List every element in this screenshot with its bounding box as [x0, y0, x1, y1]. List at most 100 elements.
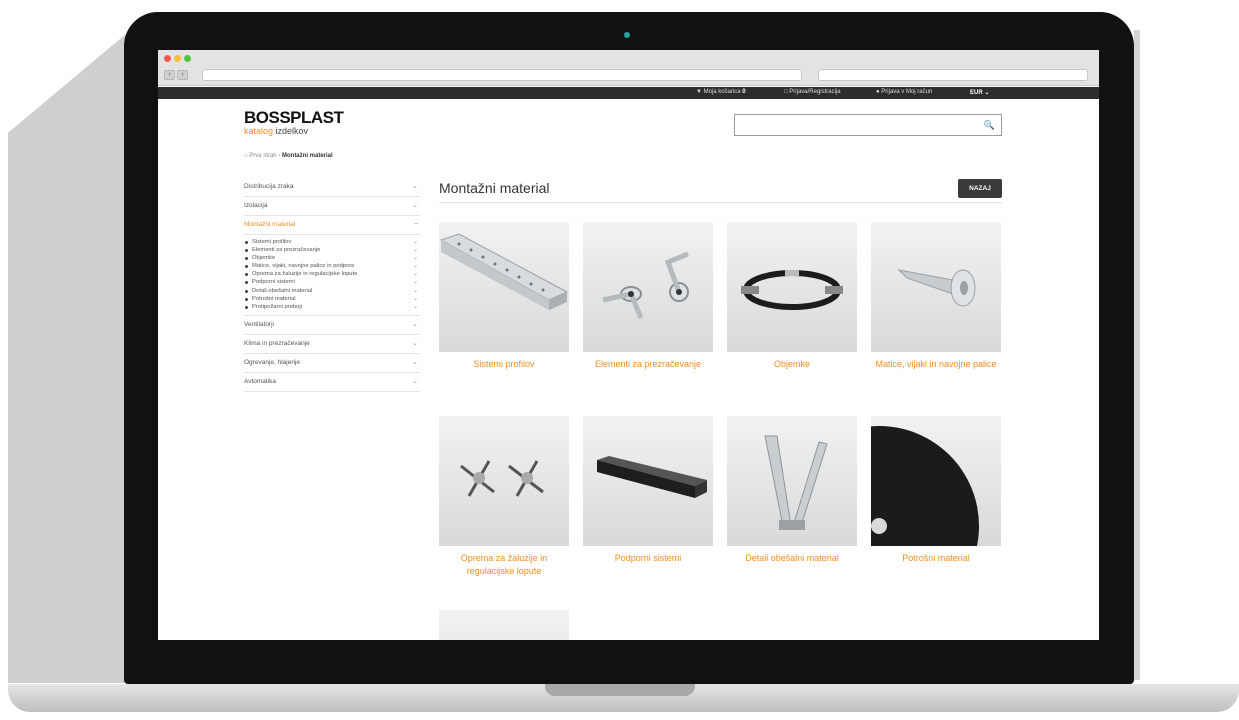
sidebar-item-ventilatorji[interactable]: Ventilatorji ⌄	[244, 316, 420, 335]
sidebar-subitem[interactable]: Matice, vijaki, navojne palice in podpor…	[244, 262, 420, 270]
product-card[interactable]: Elementi za prezračevanje	[583, 222, 713, 371]
chevron-down-icon: ⌄	[412, 239, 418, 245]
close-window-icon[interactable]	[164, 55, 171, 62]
login-register-link[interactable]: □ Prijava/Registracija	[784, 89, 841, 95]
browser-chrome: ‹ ›	[158, 50, 1099, 86]
laptop-edge	[1134, 30, 1140, 680]
login-register-label: Prijava/Registracija	[789, 89, 841, 95]
sidebar-item-label: Distribucija zraka	[244, 183, 294, 190]
laptop-notch	[545, 684, 695, 696]
currency-select[interactable]: EUR ⌄	[970, 89, 989, 96]
sidebar-subitem[interactable]: Potrošni material ⌄	[244, 295, 420, 303]
chevron-down-icon: ⌄	[412, 247, 418, 254]
sidebar-item-label: Ogrevanje, hlajenje	[244, 358, 301, 366]
product-title[interactable]: Sistemi profilov	[439, 358, 569, 371]
sidebar-item-izolacija[interactable]: Izolacija ⌄	[244, 197, 420, 216]
breadcrumb-home[interactable]: Prva stran	[249, 153, 276, 159]
sidebar-subitem-label: Detali obešalni material	[252, 287, 313, 294]
sidebar-item-avtomatika[interactable]: Avtomatika ⌄	[244, 373, 420, 392]
address-bar[interactable]	[202, 69, 802, 81]
chevron-down-icon: ⌄	[412, 295, 418, 302]
sidebar-item-label: Montažni material	[244, 221, 296, 228]
product-title[interactable]: Podporni sistemi	[583, 552, 713, 565]
breadcrumb-current: Montažni material	[281, 153, 333, 159]
logo-sub-colored: katalog	[244, 126, 274, 136]
product-card[interactable]: Oprema za žaluzije in regulacijske loput…	[439, 416, 569, 578]
sidebar-item-ogrevanje[interactable]: Ogrevanje, hlajenje ⌄	[244, 354, 420, 373]
chevron-down-icon: ⌄	[412, 255, 418, 262]
page-title: Montažni material	[439, 180, 550, 196]
sidebar-item-label: Ventilatorji	[244, 320, 274, 328]
chevron-down-icon: ⌄	[412, 303, 418, 310]
screw-image[interactable]	[871, 222, 1001, 352]
sidebar-subitem[interactable]: Elementi za prezračevanje ⌄	[244, 246, 420, 254]
product-title[interactable]: Elementi za prezračevanje	[583, 358, 713, 371]
home-icon[interactable]: ⌂	[244, 153, 248, 159]
rail-profile-image[interactable]	[439, 222, 569, 352]
laptop-shadow	[8, 28, 133, 683]
cart-label: Moja košarica	[703, 89, 741, 95]
chevron-down-icon: ⌄	[412, 339, 418, 347]
product-card[interactable]: Detali obešalni material	[727, 416, 857, 565]
cart-link[interactable]: ▼ Moja košarica 0	[696, 89, 746, 95]
product-title[interactable]: Detali obešalni material	[727, 552, 857, 565]
sidebar-subitem-label: Objemke	[252, 255, 276, 262]
minimize-window-icon[interactable]	[174, 55, 181, 62]
site-logo[interactable]: BOSSPLAST katalog izdelkov	[244, 108, 344, 136]
title-divider	[439, 202, 1002, 203]
sidebar-item-montazni[interactable]: Montažni material –	[244, 216, 420, 235]
sidebar-subitem-label: Matice, vijaki, navojne palice in podpor…	[252, 263, 355, 270]
product-card[interactable]: Potrošni material	[871, 416, 1001, 565]
search-icon[interactable]: 🔍	[984, 120, 995, 131]
account-link[interactable]: ● Prijava v Moj račun	[876, 89, 932, 95]
product-title[interactable]: Potrošni material	[871, 552, 1001, 565]
browser-search-bar[interactable]	[818, 69, 1088, 81]
product-card[interactable]	[439, 610, 569, 640]
forward-arrow-icon[interactable]: ›	[177, 70, 188, 80]
chevron-down-icon: ⌄	[412, 320, 418, 328]
sidebar-item-label: Klima in prezračevanje	[244, 339, 310, 347]
camera-icon	[624, 32, 630, 38]
support-rail-image[interactable]	[583, 416, 713, 546]
sidebar-subitem[interactable]: Oprema za žaluzije in regulacijske loput…	[244, 270, 420, 278]
consumable-disc-image[interactable]	[871, 416, 1001, 546]
chevron-down-icon: ⌄	[412, 377, 418, 385]
product-card[interactable]: Sistemi profilov	[439, 222, 569, 371]
sidebar-item-label: Izolacija	[244, 202, 268, 209]
back-button[interactable]: NAZAJ	[958, 179, 1002, 198]
sidebar-item-klima[interactable]: Klima in prezračevanje ⌄	[244, 335, 420, 354]
sidebar-subitem[interactable]: Podporni sistemi ⌄	[244, 278, 420, 286]
product-title[interactable]: Oprema za žaluzije in regulacijske loput…	[439, 552, 569, 578]
chevron-down-icon: ⌄	[412, 263, 418, 270]
sidebar-subitem[interactable]: Objemke ⌄	[244, 254, 420, 262]
product-card[interactable]: Objemke	[727, 222, 857, 371]
sidebar-subitem-label: Potrošni material	[252, 295, 296, 302]
product-image[interactable]	[439, 610, 569, 640]
category-sidebar: Distribucija zraka ⌄ Izolacija ⌄ Montažni …	[244, 178, 420, 392]
site-topbar: ▼ Moja košarica 0 □ Prijava/Registracija…	[158, 87, 1099, 99]
laptop-mockup: ‹ › ▼ Moja košarica 0 □ Prijava/Registra…	[0, 0, 1239, 720]
sidebar-sublist: Sistemi profilov ⌄ Elementi za prezračeva…	[244, 235, 420, 316]
damper-fitting-image[interactable]	[439, 416, 569, 546]
ventilation-element-image[interactable]	[583, 222, 713, 352]
search-input[interactable]: 🔍	[734, 114, 1002, 136]
product-card[interactable]: Matice, vijaki in navojne palice	[871, 222, 1001, 371]
product-card[interactable]: Podporni sistemi	[583, 416, 713, 565]
product-title[interactable]: Objemke	[727, 358, 857, 371]
sidebar-subitem-label: Protipožarni preboji	[252, 303, 302, 310]
chevron-down-icon: ⌄	[412, 287, 418, 294]
logo-name: BOSSPLAST	[244, 108, 344, 127]
maximize-window-icon[interactable]	[184, 55, 191, 62]
cart-count: 0	[742, 89, 746, 95]
sidebar-subitem[interactable]: Protipožarni preboji ⌄	[244, 303, 420, 311]
hanger-image[interactable]	[727, 416, 857, 546]
chevron-down-icon: ⌄	[412, 202, 418, 209]
sidebar-subitem[interactable]: Detali obešalni material ⌄	[244, 287, 420, 295]
product-title[interactable]: Matice, vijaki in navojne palice	[871, 358, 1001, 371]
back-arrow-icon[interactable]: ‹	[164, 70, 175, 80]
sidebar-subitem[interactable]: Sistemi profilov ⌄	[244, 238, 420, 246]
sidebar-item-distribucija[interactable]: Distribucija zraka ⌄	[244, 178, 420, 197]
sidebar-subitem-label: Podporni sistemi	[252, 279, 295, 286]
clamp-image[interactable]	[727, 222, 857, 352]
sidebar-subitem-label: Oprema za žaluzije in regulacijske loput…	[252, 271, 358, 278]
